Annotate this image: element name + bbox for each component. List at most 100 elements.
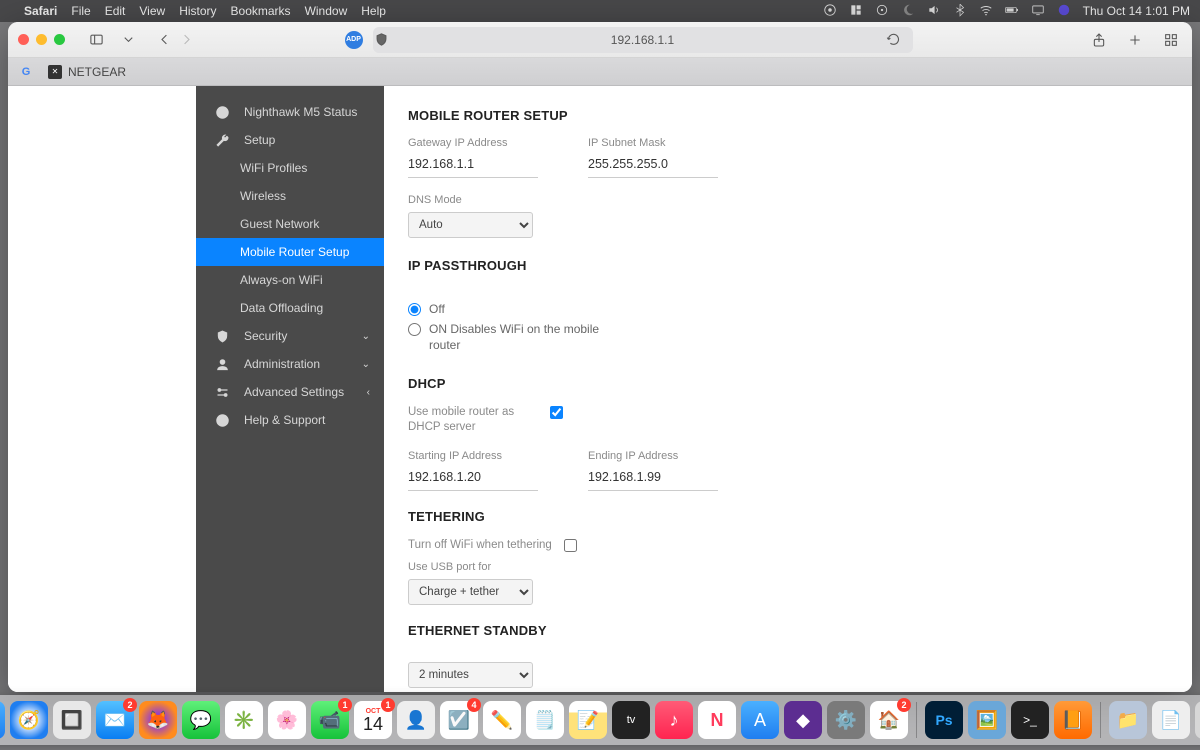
dock-downloads-icon[interactable]: 📁 (1109, 701, 1147, 739)
menu-edit[interactable]: Edit (105, 4, 126, 18)
dock-mail-icon[interactable]: ✉️2 (96, 701, 134, 739)
forward-button-icon[interactable] (175, 29, 197, 51)
new-tab-icon[interactable] (1124, 29, 1146, 51)
ethernet-standby-select[interactable]: 2 minutes (408, 662, 533, 688)
menubar-record-icon[interactable] (875, 3, 889, 20)
reload-icon[interactable] (883, 29, 905, 51)
dhcp-end-label: Ending IP Address (588, 450, 728, 462)
menu-window[interactable]: Window (305, 4, 348, 18)
dock-books-icon[interactable]: 📙 (1054, 701, 1092, 739)
dock-trash-icon[interactable]: 🗑️ (1195, 701, 1200, 739)
sliders-icon (214, 384, 230, 400)
ip-passthrough-on-radio[interactable] (408, 323, 421, 336)
dock-reminders-icon[interactable]: ☑️4 (440, 701, 478, 739)
usb-port-select[interactable]: Charge + tether (408, 579, 533, 605)
dock-safari-icon[interactable]: 🧭 (10, 701, 48, 739)
sidebar-item-advanced[interactable]: Advanced Settings ‹ (196, 378, 384, 406)
dock-terminal-icon[interactable]: >_ (1011, 701, 1049, 739)
sidebar-toggle-icon[interactable] (85, 29, 107, 51)
menubar-moon-icon[interactable] (901, 3, 915, 20)
dock-home-icon[interactable]: 🏠2 (870, 701, 908, 739)
dhcp-start-input[interactable]: 192.168.1.20 (408, 468, 538, 491)
menubar-extra-icon[interactable] (1057, 3, 1071, 20)
dock-calendar-icon[interactable]: OCT141 (354, 701, 392, 739)
dock-contacts-icon[interactable]: 👤 (397, 701, 435, 739)
dhcp-use-checkbox[interactable] (550, 406, 563, 419)
menubar-app-icon[interactable] (849, 3, 863, 20)
favorite-google[interactable]: G (18, 64, 34, 80)
sidebar-item-help[interactable]: Help & Support (196, 406, 384, 434)
dock-photos-icon[interactable]: 🌸 (268, 701, 306, 739)
menubar-wifi-icon[interactable] (979, 3, 993, 20)
dock-finder-icon[interactable]: 😊 (0, 701, 5, 739)
sidebar-item-data-offloading[interactable]: Data Offloading (196, 294, 384, 322)
dhcp-start-label: Starting IP Address (408, 450, 548, 462)
dock-freeform-icon[interactable]: ✏️ (483, 701, 521, 739)
dock-music-icon[interactable]: ♪ (655, 701, 693, 739)
app-menu[interactable]: Safari (24, 4, 57, 18)
ip-passthrough-off-radio[interactable] (408, 303, 421, 316)
menu-file[interactable]: File (71, 4, 90, 18)
menubar-clock[interactable]: Thu Oct 14 1:01 PM (1083, 4, 1190, 18)
dock-notes-icon[interactable]: 📝 (569, 701, 607, 739)
dock-app-generic-icon[interactable]: 🖼️ (968, 701, 1006, 739)
sidebar-item-label: Always-on WiFi (240, 273, 323, 287)
tab-overview-icon[interactable] (1160, 29, 1182, 51)
badge: 1 (381, 698, 395, 712)
dock-photoshop-icon[interactable]: Ps (925, 701, 963, 739)
ip-passthrough-on-label: ON Disables WiFi on the mobile router (429, 321, 609, 353)
back-button-icon[interactable] (153, 29, 175, 51)
sidebar-item-administration[interactable]: Administration ⌄ (196, 350, 384, 378)
sidebar-item-always-on-wifi[interactable]: Always-on WiFi (196, 266, 384, 294)
dock-launchpad-icon[interactable]: 🔲 (53, 701, 91, 739)
subnet-mask-input[interactable]: 255.255.255.0 (588, 155, 718, 178)
menu-help[interactable]: Help (361, 4, 386, 18)
menu-bookmarks[interactable]: Bookmarks (231, 4, 291, 18)
dock-document-icon[interactable]: 📄 (1152, 701, 1190, 739)
dns-mode-select[interactable]: Auto (408, 212, 533, 238)
dock-slack-icon[interactable]: ✳️ (225, 701, 263, 739)
menubar-bluetooth-icon[interactable] (953, 3, 967, 20)
fullscreen-window-button[interactable] (54, 34, 65, 45)
sidebar-item-wifi-profiles[interactable]: WiFi Profiles (196, 154, 384, 182)
main-content: MOBILE ROUTER SETUP Gateway IP Address 1… (384, 86, 812, 692)
sidebar-item-security[interactable]: Security ⌄ (196, 322, 384, 350)
menu-history[interactable]: History (179, 4, 216, 18)
dock-settings-icon[interactable]: ⚙️ (827, 701, 865, 739)
dock-facetime-icon[interactable]: 📹1 (311, 701, 349, 739)
section-title-mobile-router: MOBILE ROUTER SETUP (408, 108, 788, 123)
privacy-shield-icon[interactable] (371, 29, 393, 51)
sidebar-item-mobile-router-setup[interactable]: Mobile Router Setup (196, 238, 384, 266)
sidebar-item-label: Help & Support (244, 413, 325, 427)
favorite-netgear[interactable]: ✕NETGEAR (48, 65, 126, 79)
menubar-battery-icon[interactable] (1005, 3, 1019, 20)
menu-view[interactable]: View (139, 4, 165, 18)
safari-window: ADP 192.168.1.1 G ✕NETGEAR Nighthawk M5 … (8, 22, 1192, 692)
menubar-display-icon[interactable] (1031, 3, 1045, 20)
dock-firefox-icon[interactable]: 🦊 (139, 701, 177, 739)
macos-menubar: Safari File Edit View History Bookmarks … (0, 0, 1200, 22)
address-bar[interactable]: ADP 192.168.1.1 (373, 27, 913, 53)
usb-port-label: Use USB port for (408, 561, 788, 573)
sidebar-item-label: Administration (244, 357, 320, 371)
minimize-window-button[interactable] (36, 34, 47, 45)
sidebar-item-setup[interactable]: Setup (196, 126, 384, 154)
close-window-button[interactable] (18, 34, 29, 45)
menubar-volume-icon[interactable] (927, 3, 941, 20)
dock-appstore-icon[interactable]: A (741, 701, 779, 739)
tethering-turnoff-checkbox[interactable] (564, 539, 577, 552)
sidebar-item-wireless[interactable]: Wireless (196, 182, 384, 210)
dhcp-end-input[interactable]: 192.168.1.99 (588, 468, 718, 491)
dock-stickies-icon[interactable]: 🗒️ (526, 701, 564, 739)
menubar-eye-icon[interactable] (823, 3, 837, 20)
share-icon[interactable] (1088, 29, 1110, 51)
dock-messages-icon[interactable]: 💬 (182, 701, 220, 739)
dock-news-icon[interactable]: N (698, 701, 736, 739)
sidebar-item-status[interactable]: Nighthawk M5 Status (196, 98, 384, 126)
dock-tv-icon[interactable]: tv (612, 701, 650, 739)
sidebar-dropdown-icon[interactable] (117, 29, 139, 51)
sidebar-item-guest-network[interactable]: Guest Network (196, 210, 384, 238)
dock-affinity-icon[interactable]: ◆ (784, 701, 822, 739)
adblock-icon[interactable]: ADP (345, 31, 363, 49)
gateway-ip-input[interactable]: 192.168.1.1 (408, 155, 538, 178)
